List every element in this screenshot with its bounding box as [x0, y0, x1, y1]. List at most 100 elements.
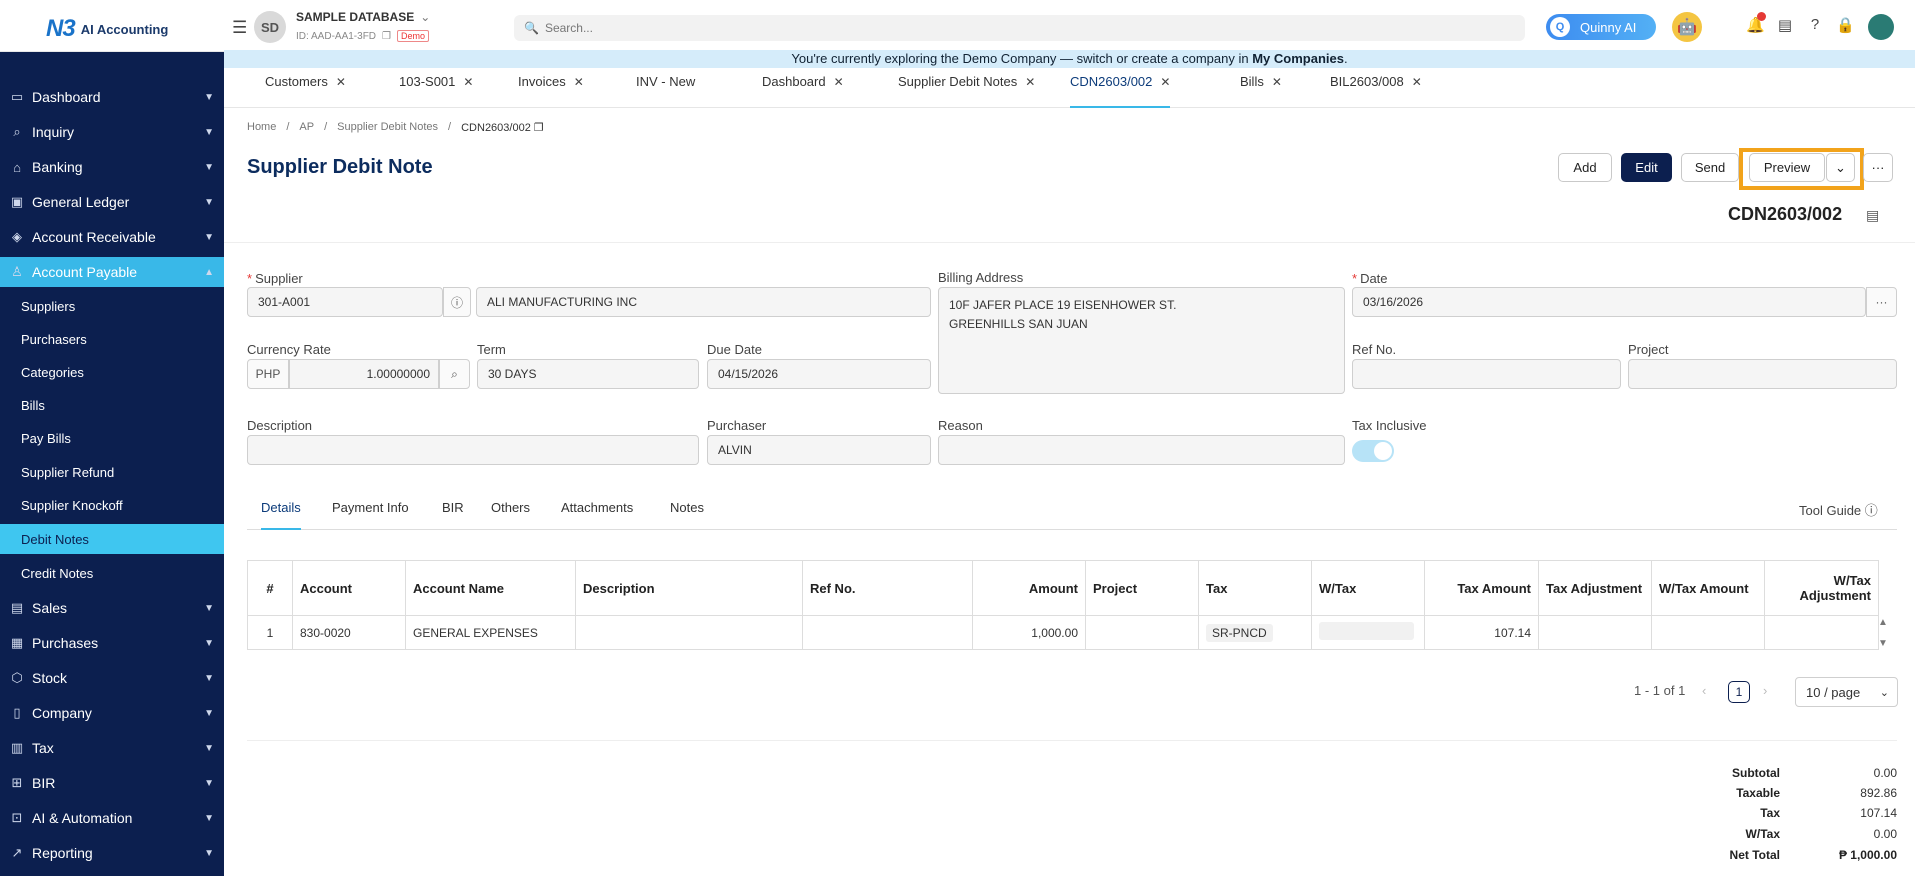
tab-supplier-debit-notes[interactable]: Supplier Debit Notes ✕: [898, 68, 1035, 108]
menu-toggle-icon[interactable]: ☰: [232, 18, 247, 38]
prev-page-icon[interactable]: ‹: [1702, 683, 1706, 698]
sidebar-subitem-supplier-knockoff[interactable]: Supplier Knockoff: [0, 490, 224, 520]
close-icon[interactable]: ✕: [574, 75, 584, 89]
database-avatar[interactable]: SD: [254, 11, 286, 43]
copy-icon[interactable]: ❐: [382, 31, 391, 42]
close-icon[interactable]: ✕: [463, 75, 473, 89]
close-icon[interactable]: ✕: [1160, 75, 1170, 89]
sidebar-item-account-receivable[interactable]: ◈ Account Receivable ▼: [0, 222, 224, 252]
sidebar-item-general-ledger[interactable]: ▣ General Ledger ▼: [0, 187, 224, 217]
sidebar-item-inquiry[interactable]: ⌕ Inquiry ▼: [0, 117, 224, 147]
document-history-icon[interactable]: ▤: [1866, 207, 1879, 224]
table-row[interactable]: 1 830-0020 GENERAL EXPENSES 1,000.00 SR-…: [247, 615, 1879, 650]
sidebar-item-reporting[interactable]: ↗ Reporting ▼: [0, 838, 224, 868]
sidebar-subitem-supplier-refund[interactable]: Supplier Refund: [0, 457, 224, 487]
preview-dropdown-button[interactable]: ⌄: [1826, 153, 1855, 182]
purchaser-field[interactable]: ALVIN: [707, 435, 931, 465]
notification-bell-icon[interactable]: 🔔: [1746, 12, 1766, 34]
tab-label: BIL2603/008: [1330, 74, 1404, 89]
my-companies-link[interactable]: My Companies: [1252, 51, 1344, 66]
tab-payment-info[interactable]: Payment Info: [332, 500, 409, 530]
lock-icon[interactable]: 🔒: [1836, 16, 1855, 34]
quinny-ai-button[interactable]: Q Quinny AI: [1546, 14, 1656, 40]
copy-icon[interactable]: ❐: [534, 122, 544, 134]
sidebar-item-banking[interactable]: ⌂ Banking ▼: [0, 152, 224, 182]
scroll-down-icon[interactable]: ▼: [1878, 638, 1888, 649]
table-cell: 1: [247, 615, 293, 650]
sidebar-subitem-debit-notes[interactable]: Debit Notes: [0, 524, 224, 554]
tab-customers[interactable]: Customers ✕: [265, 68, 346, 108]
tab-cdn2603-002[interactable]: CDN2603/002 ✕: [1070, 68, 1171, 108]
close-icon[interactable]: ✕: [336, 75, 346, 89]
tab-bir[interactable]: BIR: [442, 500, 464, 530]
date-more-button[interactable]: ···: [1866, 287, 1897, 317]
sidebar-subitem-purchasers[interactable]: Purchasers: [0, 324, 224, 354]
help-icon[interactable]: ?: [1806, 16, 1824, 34]
description-field[interactable]: [247, 435, 699, 465]
sidebar-subitem-pay-bills[interactable]: Pay Bills: [0, 423, 224, 453]
tab-103-s001[interactable]: 103-S001 ✕: [399, 68, 473, 108]
tax-inclusive-toggle[interactable]: [1352, 440, 1394, 462]
user-avatar[interactable]: [1868, 14, 1894, 40]
more-actions-button[interactable]: ···: [1863, 153, 1893, 182]
tab-others[interactable]: Others: [491, 500, 530, 530]
due-date-field[interactable]: 04/15/2026: [707, 359, 931, 389]
next-page-icon[interactable]: ›: [1763, 683, 1767, 698]
sidebar-subitem-categories[interactable]: Categories: [0, 357, 224, 387]
sidebar-item-purchases[interactable]: ▦ Purchases ▼: [0, 628, 224, 658]
term-field[interactable]: 30 DAYS: [477, 359, 699, 389]
supplier-name-field[interactable]: ALI MANUFACTURING INC: [476, 287, 931, 317]
tab-bills[interactable]: Bills ✕: [1240, 68, 1282, 108]
store-icon[interactable]: ▤: [1776, 16, 1794, 34]
app-logo[interactable]: N3 AI Accounting: [46, 14, 168, 44]
reason-field[interactable]: [938, 435, 1345, 465]
sidebar-subitem-credit-notes[interactable]: Credit Notes: [0, 558, 224, 588]
scroll-up-icon[interactable]: ▲: [1878, 617, 1888, 628]
global-search[interactable]: 🔍 Search...: [514, 15, 1525, 41]
breadcrumb-supplier-debit-notes[interactable]: Supplier Debit Notes: [337, 121, 438, 134]
add-button[interactable]: Add: [1558, 153, 1612, 182]
page-number-button[interactable]: 1: [1728, 681, 1750, 703]
currency-rate-field[interactable]: 1.00000000: [289, 359, 439, 389]
wtax-label: W/Tax: [1745, 827, 1780, 841]
tab-dashboard[interactable]: Dashboard ✕: [762, 68, 844, 108]
tab-attachments[interactable]: Attachments: [561, 500, 633, 530]
close-icon[interactable]: ✕: [1412, 75, 1422, 89]
sidebar-item-company[interactable]: ▯ Company ▼: [0, 698, 224, 728]
sidebar-item-tax[interactable]: ▥ Tax ▼: [0, 733, 224, 763]
tab-inv-new[interactable]: INV - New: [636, 68, 695, 108]
sidebar-item-stock[interactable]: ⬡ Stock ▼: [0, 663, 224, 693]
send-button[interactable]: Send: [1681, 153, 1739, 182]
ref-no-field[interactable]: [1352, 359, 1621, 389]
date-field[interactable]: 03/16/2026: [1352, 287, 1866, 317]
sidebar-item-dashboard[interactable]: ▭ Dashboard ▼: [0, 82, 224, 112]
edit-button[interactable]: Edit: [1621, 153, 1672, 182]
preview-button[interactable]: Preview: [1749, 153, 1825, 182]
tab-details[interactable]: Details: [261, 500, 301, 530]
page-size-select[interactable]: 10 / page ⌄: [1795, 677, 1898, 707]
close-icon[interactable]: ✕: [1025, 75, 1035, 89]
tab-bil2603-008[interactable]: BIL2603/008 ✕: [1330, 68, 1422, 108]
close-icon[interactable]: ✕: [1272, 75, 1282, 89]
breadcrumb-home[interactable]: Home: [247, 121, 276, 134]
sidebar-item-sales[interactable]: ▤ Sales ▼: [0, 593, 224, 623]
breadcrumb-ap[interactable]: AP: [299, 121, 314, 134]
column-header: W/Tax Adjustment: [1764, 560, 1879, 616]
tool-guide-link[interactable]: Tool Guide ⓘ: [1799, 500, 1878, 519]
sidebar-item-ai-automation[interactable]: ⊡ AI & Automation ▼: [0, 803, 224, 833]
sidebar-subitem-suppliers[interactable]: Suppliers: [0, 291, 224, 321]
column-header: Tax: [1198, 560, 1312, 616]
info-icon[interactable]: ⓘ: [443, 287, 471, 317]
sidebar-subitem-bills[interactable]: Bills: [0, 390, 224, 420]
close-icon[interactable]: ✕: [834, 75, 844, 89]
sidebar-item-account-payable[interactable]: ♙ Account Payable ▲: [0, 257, 224, 287]
assistant-robot-icon[interactable]: 🤖: [1672, 12, 1702, 42]
search-icon[interactable]: ⌕: [439, 359, 470, 389]
tab-invoices[interactable]: Invoices ✕: [518, 68, 584, 108]
tab-notes[interactable]: Notes: [670, 500, 704, 530]
supplier-code-field[interactable]: 301-A001: [247, 287, 443, 317]
sidebar-item-bir[interactable]: ⊞ BIR ▼: [0, 768, 224, 798]
billing-address-field[interactable]: 10F JAFER PLACE 19 EISENHOWER ST. GREENH…: [938, 287, 1345, 394]
project-field[interactable]: [1628, 359, 1897, 389]
database-switcher[interactable]: SAMPLE DATABASE ⌄: [296, 10, 430, 24]
